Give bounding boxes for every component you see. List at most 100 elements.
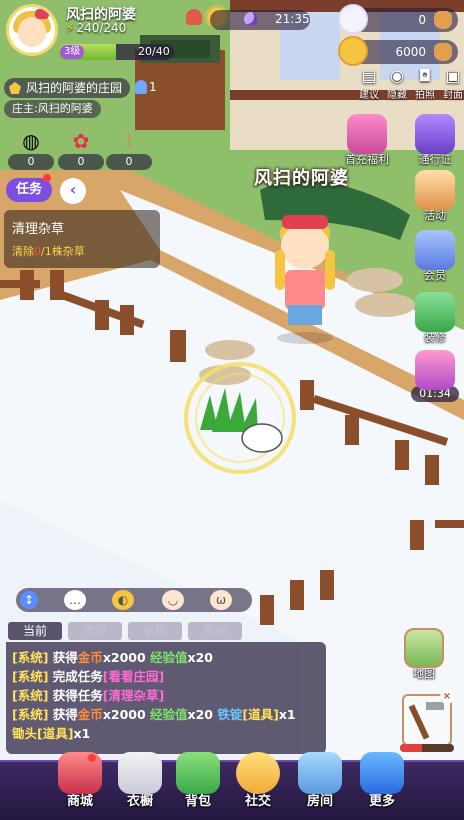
chat-line: [系统] 获得任务[清理杂草]: [12, 686, 320, 705]
chat-line: 锄头[道具]x1: [12, 724, 320, 743]
chat-segment: 获得: [48, 650, 78, 665]
nav-backpack[interactable]: 背包: [168, 752, 228, 809]
avatar-bow: [35, 9, 49, 19]
notification-dot: [88, 754, 96, 762]
chat-segment: 获得: [48, 707, 78, 722]
energy-display[interactable]: ⚡ 240/240: [66, 21, 126, 35]
vip-rabbit-icon: [415, 230, 455, 270]
resource-count: 0: [106, 154, 152, 170]
chat-tab-world[interactable]: 世界: [68, 622, 122, 640]
energy-value: 240/240: [76, 21, 127, 35]
nav-room[interactable]: 房间: [290, 752, 350, 809]
chat-bubble-button[interactable]: …: [64, 590, 86, 610]
chat-segment: [道具]: [242, 707, 279, 722]
camera-icon: ◘: [418, 66, 432, 85]
bear-coin-icon: [338, 36, 368, 66]
close-icon[interactable]: ×: [440, 690, 454, 704]
chat-segment: 铁锭: [217, 707, 243, 722]
timed-gift-button[interactable]: 01:34: [410, 350, 460, 402]
resource-broom[interactable]: ⌇ 0: [106, 128, 152, 170]
decorate-house-icon: [415, 292, 455, 332]
chat-segment: 获得任务: [48, 688, 103, 703]
clock-time: 21:35: [275, 12, 310, 26]
nav-mall[interactable]: 商城: [50, 752, 110, 809]
resource-fertilizer[interactable]: ◍ 0: [8, 128, 54, 170]
nav-social[interactable]: 社交: [228, 752, 288, 809]
stamp-button[interactable]: ◐: [112, 590, 134, 610]
hide-label: 隐藏: [387, 90, 407, 101]
camera-label: 拍照: [415, 90, 435, 101]
rabbit-coin-counter[interactable]: 0: [338, 4, 458, 34]
player-avatar[interactable]: [6, 4, 58, 56]
utility-toolbar: ▤ 建议 ◉ 隐藏 ◘ 拍照 ▣ 封面: [358, 66, 464, 101]
rabbit-coin-icon: [338, 4, 368, 34]
moon-icon: [244, 12, 258, 26]
quest-progress-prefix: 清除: [12, 245, 34, 258]
camera-button[interactable]: ◘ 拍照: [414, 66, 436, 101]
gift-bear-icon: [347, 114, 387, 154]
bear-coin-counter[interactable]: 6000: [338, 36, 458, 66]
chat-segment: 锄头: [12, 726, 38, 741]
bear-coin-value: 6000: [395, 45, 426, 59]
event-button[interactable]: 活动: [410, 170, 460, 223]
notification-dot: [43, 174, 51, 182]
coin-bag-icon[interactable]: [434, 11, 452, 29]
first-recharge-button[interactable]: 首充福利: [342, 114, 392, 167]
cover-button[interactable]: ▣ 封面: [442, 66, 464, 101]
chat-segment: x1: [278, 707, 296, 722]
chat-segment: [看看庄园]: [102, 669, 165, 684]
chat-line: [系统] 获得金币x2000 经验值x20 铁锭[道具]x1: [12, 705, 320, 724]
visitor-count-value: 1: [149, 80, 157, 94]
chat-segment: x20: [187, 650, 214, 665]
avatar-face: [18, 17, 46, 47]
pig-face-icon: ω: [215, 593, 227, 607]
chat-segment: 金币: [77, 650, 103, 665]
fertilizer-icon: ◍: [22, 129, 40, 153]
coin-bag-icon[interactable]: [434, 43, 452, 61]
chat-tab-private[interactable]: 私聊: [128, 622, 182, 640]
pass-card-icon: [415, 114, 455, 154]
quest-progress: 清除0/1株杂草: [12, 243, 152, 259]
resource-rose[interactable]: ✿ 0: [58, 128, 104, 170]
chat-segment: x2000: [102, 707, 151, 722]
room-icon: [298, 752, 342, 794]
rose-icon: ✿: [72, 129, 90, 153]
vip-button[interactable]: 会员: [410, 230, 460, 283]
suggestion-button[interactable]: ▤ 建议: [358, 66, 380, 101]
manor-name: 风扫的阿婆的庄园: [26, 81, 123, 95]
stamp-icon: ◐: [117, 593, 129, 607]
chat-segment: x20: [187, 707, 218, 722]
chat-expand-button[interactable]: ↕: [20, 591, 38, 609]
chat-line: [系统] 完成任务[看看庄园]: [12, 667, 320, 686]
emoji-pig-button[interactable]: ω: [210, 590, 232, 610]
decorate-button[interactable]: 装修: [410, 292, 460, 345]
suggestion-icon: ▤: [361, 66, 377, 85]
chat-log[interactable]: [系统] 获得金币x2000 经验值x20 [系统] 完成任务[看看庄园] [系统]…: [6, 642, 326, 754]
smile-face-icon: ◡: [167, 593, 179, 607]
chat-tab-system[interactable]: 系统: [188, 622, 242, 640]
more-grid-icon: [360, 752, 404, 794]
chat-tab-current[interactable]: 当前: [8, 622, 62, 640]
wardrobe-icon: [118, 752, 162, 794]
manor-name-pill[interactable]: 风扫的阿婆的庄园: [4, 78, 131, 98]
plant-progress-fill: [400, 744, 422, 752]
map-button[interactable]: 地图: [400, 628, 448, 681]
pass-button[interactable]: 通行证: [410, 114, 460, 167]
chat-segment: 经验值: [150, 707, 188, 722]
level-progress-bar: 3级 20/40: [58, 44, 174, 60]
manor-owner-title: 风扫的阿婆: [254, 168, 349, 189]
plant-progress-bar: [400, 744, 454, 752]
chat-segment: 金币: [77, 707, 103, 722]
chat-segment: [系统]: [12, 650, 49, 665]
chat-segment: [清理杂草]: [102, 688, 165, 703]
chat-segment: [系统]: [12, 669, 49, 684]
nav-more[interactable]: 更多: [352, 752, 412, 809]
visitor-count: 1: [135, 80, 157, 94]
emoji-smile-button[interactable]: ◡: [162, 590, 184, 610]
collapse-quest-button[interactable]: ‹: [60, 178, 86, 204]
quest-card[interactable]: 清理杂草 清除0/1株杂草: [4, 210, 160, 268]
event-bears-icon: [415, 170, 455, 210]
chat-segment: 完成任务: [48, 669, 103, 684]
nav-wardrobe[interactable]: 衣橱: [110, 752, 170, 809]
hide-button[interactable]: ◉ 隐藏: [386, 66, 408, 101]
